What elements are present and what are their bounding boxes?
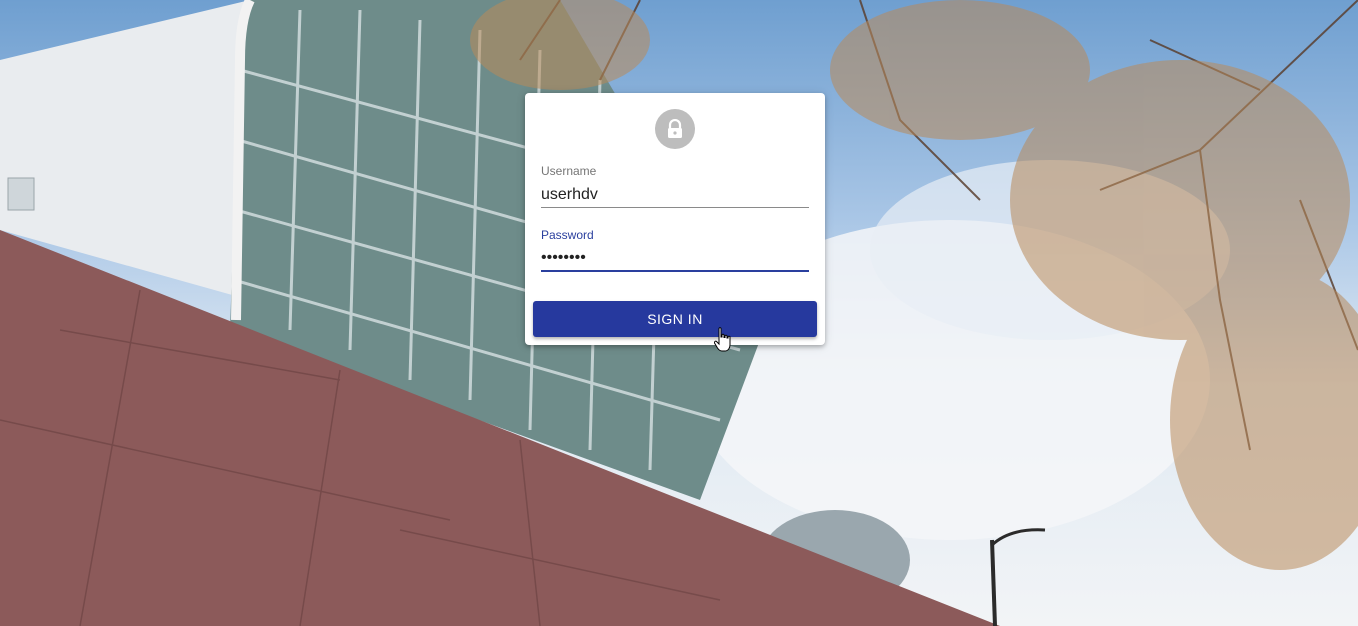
- username-input[interactable]: [541, 182, 809, 208]
- lock-avatar: [655, 109, 695, 149]
- sign-in-button[interactable]: SIGN IN: [533, 301, 817, 337]
- password-label: Password: [541, 228, 594, 242]
- lock-icon: [668, 119, 682, 138]
- username-field: Username: [541, 164, 809, 208]
- login-card: Username Password SIGN IN: [525, 93, 825, 345]
- password-field: Password: [541, 228, 809, 272]
- username-label: Username: [541, 164, 597, 178]
- password-input[interactable]: [541, 246, 809, 272]
- hand-pointer-icon: [713, 327, 731, 352]
